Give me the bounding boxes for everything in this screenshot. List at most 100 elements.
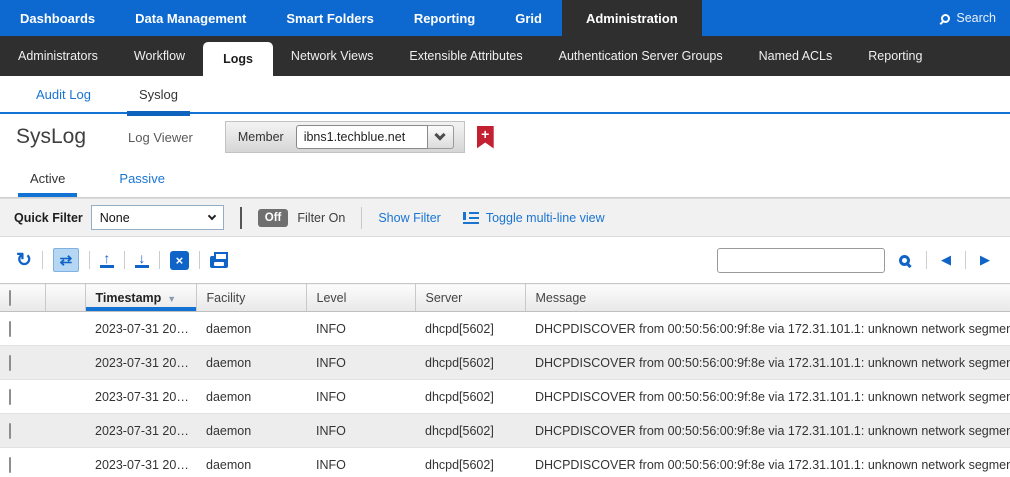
- global-search-label: Search: [956, 11, 996, 25]
- subnav-reporting[interactable]: Reporting: [850, 36, 940, 76]
- cell-message: DHCPDISCOVER from 00:50:56:00:9f:8e via …: [525, 312, 1010, 346]
- row-checkbox-cell: [0, 312, 45, 346]
- subnav-workflow[interactable]: Workflow: [116, 36, 203, 76]
- subnav-administrators[interactable]: Administrators: [0, 36, 116, 76]
- cell-message: DHCPDISCOVER from 00:50:56:00:9f:8e via …: [525, 448, 1010, 477]
- search-icon: [941, 14, 950, 23]
- table-search-input[interactable]: [717, 248, 885, 273]
- grid-toolbar: ↻ ⇄ ↑ ↓ × ◀ ▶: [0, 237, 1010, 283]
- row-checkbox-cell: [0, 448, 45, 477]
- chevron-down-icon: [435, 129, 446, 140]
- table-row[interactable]: 2023-07-31 20… daemon INFO dhcpd[5602] D…: [0, 414, 1010, 448]
- divider: [361, 207, 362, 229]
- member-input[interactable]: [296, 125, 428, 149]
- nav-data-management[interactable]: Data Management: [115, 0, 266, 36]
- global-search[interactable]: Search: [927, 0, 1010, 36]
- page-subtitle: Log Viewer: [128, 130, 193, 145]
- divider: [89, 251, 90, 269]
- table-row[interactable]: 2023-07-31 20… daemon INFO dhcpd[5602] D…: [0, 448, 1010, 477]
- tab-syslog[interactable]: Syslog: [127, 76, 190, 112]
- cell-server: dhcpd[5602]: [415, 380, 525, 414]
- nav-dashboards[interactable]: Dashboards: [0, 0, 115, 36]
- column-header-facility[interactable]: Facility: [196, 284, 306, 312]
- row-checkbox[interactable]: [9, 389, 11, 405]
- table-row[interactable]: 2023-07-31 20… daemon INFO dhcpd[5602] D…: [0, 312, 1010, 346]
- page-previous-icon[interactable]: ◀: [937, 252, 955, 268]
- multiline-view-icon[interactable]: [463, 211, 479, 224]
- table-header: Timestamp▼ Facility Level Server Message: [0, 284, 1010, 312]
- page-header: SysLog Log Viewer Member +: [0, 114, 1010, 160]
- follow-toggle-button[interactable]: ⇄: [53, 248, 79, 272]
- column-header-server[interactable]: Server: [415, 284, 525, 312]
- row-checkbox[interactable]: [9, 423, 11, 439]
- row-checkbox[interactable]: [9, 355, 11, 371]
- quick-filter-select[interactable]: None: [91, 205, 224, 230]
- cell-facility: daemon: [196, 346, 306, 380]
- cell-level: INFO: [306, 346, 415, 380]
- cell-server: dhcpd[5602]: [415, 312, 525, 346]
- toolbar-right-group: ◀ ▶: [717, 248, 994, 273]
- member-dropdown-button[interactable]: [428, 125, 454, 149]
- cell-facility: daemon: [196, 414, 306, 448]
- subnav-named-acls[interactable]: Named ACLs: [741, 36, 851, 76]
- nav-smart-folders[interactable]: Smart Folders: [266, 0, 393, 36]
- print-icon[interactable]: [210, 256, 228, 268]
- syslog-table: Timestamp▼ Facility Level Server Message…: [0, 283, 1010, 477]
- clear-icon[interactable]: ×: [170, 251, 189, 270]
- follow-icon: ⇄: [60, 253, 73, 268]
- tab-audit-log[interactable]: Audit Log: [24, 76, 103, 112]
- subnav-logs[interactable]: Logs: [203, 42, 273, 76]
- cell-level: INFO: [306, 380, 415, 414]
- admin-subnav: Administrators Workflow Logs Network Vie…: [0, 36, 1010, 76]
- bookmark-add-icon[interactable]: +: [477, 126, 494, 149]
- divider: [965, 251, 966, 269]
- upload-icon[interactable]: ↑: [100, 253, 114, 268]
- subnav-auth-server-groups[interactable]: Authentication Server Groups: [541, 36, 741, 76]
- tab-passive[interactable]: Passive: [107, 160, 177, 197]
- table-search-icon[interactable]: [899, 255, 910, 266]
- nav-administration[interactable]: Administration: [562, 0, 702, 36]
- cell-facility: daemon: [196, 448, 306, 477]
- mode-tabs: Active Passive: [0, 160, 1010, 198]
- nav-grid[interactable]: Grid: [495, 0, 562, 36]
- column-header-level[interactable]: Level: [306, 284, 415, 312]
- column-header-timestamp[interactable]: Timestamp▼: [85, 284, 196, 312]
- row-menu-cell: [45, 312, 85, 346]
- subnav-extensible-attributes[interactable]: Extensible Attributes: [391, 36, 540, 76]
- sort-desc-icon: ▼: [167, 294, 176, 304]
- row-checkbox-cell: [0, 414, 45, 448]
- toggle-multiline-link[interactable]: Toggle multi-line view: [486, 211, 605, 225]
- cell-timestamp: 2023-07-31 20…: [85, 380, 196, 414]
- cell-server: dhcpd[5602]: [415, 414, 525, 448]
- row-checkbox[interactable]: [9, 457, 11, 473]
- chevron-down-icon: [208, 212, 216, 220]
- member-combo: [296, 125, 454, 149]
- divider: [159, 251, 160, 269]
- column-header-message[interactable]: Message: [525, 284, 1010, 312]
- table-row[interactable]: 2023-07-31 20… daemon INFO dhcpd[5602] D…: [0, 346, 1010, 380]
- cell-message: DHCPDISCOVER from 00:50:56:00:9f:8e via …: [525, 346, 1010, 380]
- refresh-icon[interactable]: ↻: [16, 251, 32, 270]
- filter-toggle-button[interactable]: Off: [258, 209, 289, 227]
- select-all-checkbox[interactable]: [9, 290, 11, 306]
- page-next-icon[interactable]: ▶: [976, 252, 994, 268]
- row-menu-cell: [45, 414, 85, 448]
- syslog-app: Dashboards Data Management Smart Folders…: [0, 0, 1010, 477]
- table-row[interactable]: 2023-07-31 20… daemon INFO dhcpd[5602] D…: [0, 380, 1010, 414]
- divider: [42, 251, 43, 269]
- nav-reporting[interactable]: Reporting: [394, 0, 495, 36]
- cell-level: INFO: [306, 312, 415, 346]
- member-label: Member: [238, 130, 284, 144]
- cell-timestamp: 2023-07-31 20…: [85, 414, 196, 448]
- row-checkbox-cell: [0, 380, 45, 414]
- show-filter-link[interactable]: Show Filter: [378, 211, 441, 225]
- quick-filter-value: None: [100, 211, 130, 225]
- quick-filter-bar: Quick Filter None Off Filter On Show Fil…: [0, 198, 1010, 237]
- cell-timestamp: 2023-07-31 20…: [85, 448, 196, 477]
- row-checkbox[interactable]: [9, 321, 11, 337]
- tab-active[interactable]: Active: [18, 160, 77, 197]
- cell-timestamp: 2023-07-31 20…: [85, 312, 196, 346]
- download-icon[interactable]: ↓: [135, 253, 149, 268]
- toolbar-left-group: ↻ ⇄ ↑ ↓ ×: [16, 248, 228, 272]
- subnav-network-views[interactable]: Network Views: [273, 36, 391, 76]
